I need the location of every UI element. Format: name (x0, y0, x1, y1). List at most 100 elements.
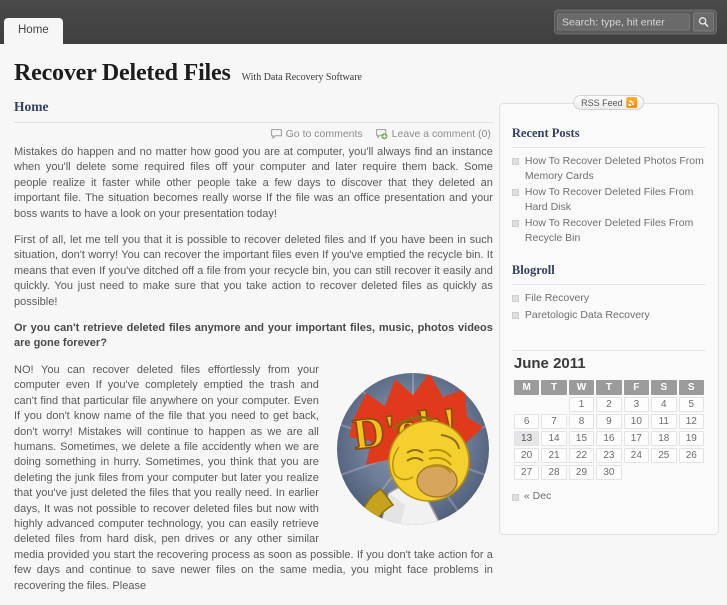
calendar-title: June 2011 (513, 355, 586, 372)
calendar-empty-cell (514, 397, 539, 412)
nav-tab-list: Home (0, 18, 63, 44)
calendar-day-cell[interactable]: 23 (596, 448, 622, 463)
calendar-day-cell[interactable]: 1 (568, 397, 595, 412)
go-to-comments-link[interactable]: Go to comments (270, 128, 363, 140)
list-item[interactable]: How To Recover Deleted Files From Hard D… (511, 185, 706, 214)
calendar-weekday: T (541, 380, 567, 395)
bullet-square-icon (511, 295, 519, 302)
calendar-day-cell[interactable]: 19 (678, 431, 704, 446)
calendar-day-cell[interactable]: 12 (678, 414, 704, 429)
calendar-weekday: T (596, 380, 622, 395)
calendar-day-cell[interactable]: 2 (596, 397, 622, 412)
masthead: Recover Deleted Files With Data Recovery… (0, 44, 727, 93)
post-meta-bar: Go to comments Leave a comment (0) (14, 122, 493, 145)
calendar-day-cell[interactable]: 18 (651, 431, 677, 446)
calendar-prev-link[interactable]: « Dec (511, 490, 706, 502)
calendar-day-cell[interactable]: 4 (651, 397, 677, 412)
calendar-week-row: 27 28 29 30 (513, 465, 704, 480)
calendar-day-cell[interactable]: 25 (651, 448, 677, 463)
doh-balloon-image: D'oh! (333, 365, 493, 533)
nav-tab-home-label: Home (18, 24, 49, 37)
search-box (554, 9, 717, 35)
calendar-day-cell[interactable]: 10 (623, 414, 650, 429)
homer-doh-illustration: D'oh! (336, 372, 489, 525)
calendar-day-cell[interactable]: 24 (623, 448, 650, 463)
calendar-day-cell[interactable]: 17 (623, 431, 650, 446)
recent-posts-heading: Recent Posts (511, 126, 580, 140)
calendar-body: 1 2 3 4 5 6 7 8 9 10 11 12 13 14 15 16 17 18 19 20 21 22 23 24 2… (513, 397, 704, 480)
bullet-square-icon (511, 311, 519, 319)
calendar-day-cell[interactable]: 11 (651, 414, 677, 429)
recent-post-label: How To Recover Deleted Photos From Memor… (524, 155, 704, 182)
calendar-top-rule (511, 350, 706, 351)
calendar-day-cell[interactable]: 20 (513, 448, 540, 463)
calendar-week-row: 20 21 22 23 24 25 26 (513, 448, 704, 463)
calendar-day-cell[interactable]: 29 (568, 465, 595, 480)
search-input[interactable] (557, 13, 690, 31)
search-icon (698, 17, 709, 27)
blogroll-list: File Recovery Paretologic Data Recovery (511, 284, 706, 323)
calendar-empty-cell (679, 465, 704, 480)
rss-icon (626, 97, 638, 108)
paragraph-1: Mistakes do happen and no matter how goo… (14, 146, 493, 220)
calendar-day-cell[interactable]: 26 (678, 448, 704, 463)
calendar-day-cell[interactable]: 9 (596, 414, 622, 429)
calendar-day-cell[interactable]: 13 (513, 431, 540, 446)
leave-comment-link[interactable]: Leave a comment (0) (375, 128, 491, 140)
site-title[interactable]: Recover Deleted Files (14, 60, 231, 87)
calendar-prev-label: « Dec (523, 490, 552, 502)
calendar-day-cell[interactable]: 27 (513, 465, 540, 480)
calendar-weekday: M (513, 380, 540, 395)
recent-posts-list: How To Recover Deleted Photos From Memor… (511, 147, 706, 245)
blogroll-label: File Recovery (524, 292, 590, 304)
rss-feed-label: RSS Feed (581, 97, 623, 108)
list-item[interactable]: How To Recover Deleted Files From Recycl… (511, 216, 706, 245)
sidebar: RSS Feed Recent Posts How To Recover Del… (498, 93, 719, 605)
search-submit-button[interactable] (693, 12, 714, 32)
calendar-day-cell[interactable]: 28 (541, 465, 567, 480)
calendar-weekday: F (623, 380, 650, 395)
recent-post-label: How To Recover Deleted Files From Hard D… (524, 186, 694, 213)
blogroll-heading: Blogroll (511, 263, 555, 277)
calendar-table: M T W T F S S 1 2 3 4 5 6 7 8 9 10 11 12 13 14 15 16 17 1… (512, 378, 706, 482)
site-tagline: With Data Recovery Software (241, 72, 362, 83)
sidebar-divider (512, 324, 706, 338)
calendar-day-cell[interactable]: 5 (678, 397, 704, 412)
go-to-comments-label: Go to comments (285, 128, 363, 140)
list-item[interactable]: How To Recover Deleted Photos From Memor… (511, 154, 706, 183)
bullet-square-icon (511, 158, 519, 165)
page-wrapper: Home Go to comments Leave a comment (0) … (0, 93, 727, 605)
nav-tab-home[interactable]: Home (4, 18, 63, 44)
bullet-square-icon (511, 189, 519, 196)
calendar-day-cell[interactable]: 22 (568, 448, 595, 463)
calendar-day-cell[interactable]: 21 (541, 448, 567, 463)
top-navbar: Home (0, 0, 727, 44)
paragraph-bold-question: Or you can't retrieve deleted files anym… (14, 322, 493, 350)
add-comment-icon (375, 128, 388, 139)
list-item[interactable]: File Recovery (511, 291, 706, 306)
bullet-square-icon (511, 220, 519, 227)
calendar-day-cell[interactable]: 30 (596, 465, 622, 480)
calendar-week-row: 12345 (514, 397, 704, 412)
calendar-weekday-row: M T W T F S S (513, 380, 704, 395)
calendar-day-cell[interactable]: 6 (513, 414, 540, 429)
calendar-day-cell[interactable]: 8 (568, 414, 595, 429)
calendar-empty-cell (624, 465, 649, 480)
calendar-day-cell[interactable]: 3 (623, 397, 650, 412)
paragraph-2: First of all, let me tell you that it is… (14, 234, 493, 308)
calendar-empty-cell (651, 465, 676, 480)
calendar-day-cell[interactable]: 15 (568, 431, 595, 446)
calendar-week-row: 6 7 8 9 10 11 12 (513, 414, 704, 429)
sidebar-divider (512, 247, 706, 261)
calendar-day-cell[interactable]: 7 (541, 414, 567, 429)
calendar-empty-cell (541, 397, 566, 412)
calendar-day-cell[interactable]: 16 (596, 431, 622, 446)
main-content: Home Go to comments Leave a comment (0) … (14, 93, 493, 605)
rss-feed-badge[interactable]: RSS Feed (573, 95, 645, 110)
sidebar-panel: Recent Posts How To Recover Deleted Phot… (498, 103, 719, 535)
bullet-square-icon (511, 494, 519, 501)
list-item[interactable]: Paretologic Data Recovery (511, 308, 706, 323)
calendar-day-cell[interactable]: 14 (541, 431, 567, 446)
recent-post-label: How To Recover Deleted Files From Recycl… (524, 217, 694, 244)
calendar-weekday: W (568, 380, 595, 395)
